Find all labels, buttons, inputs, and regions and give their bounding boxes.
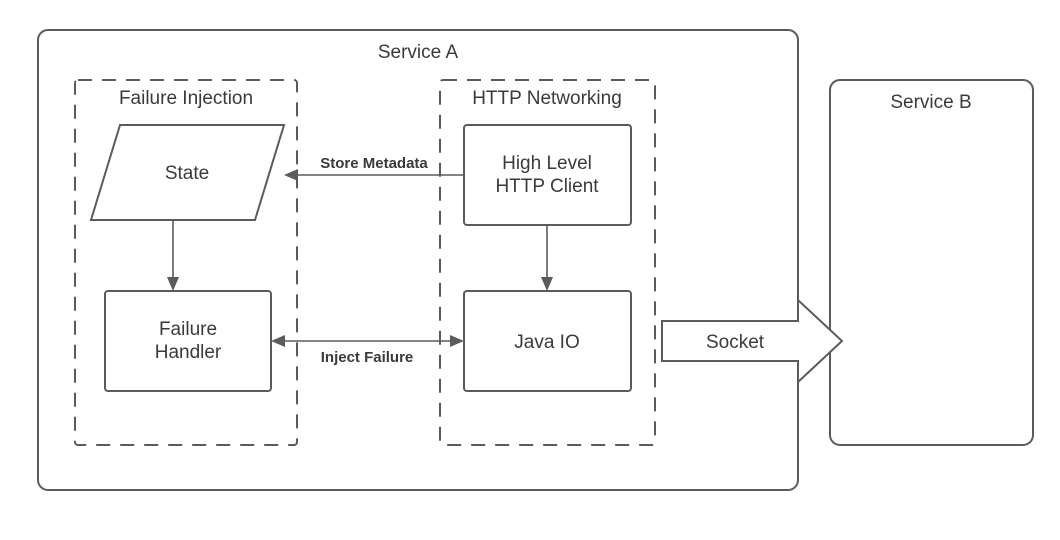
service-a-title: Service A — [378, 42, 459, 63]
service-b-title: Service B — [890, 92, 971, 113]
http-networking-title: HTTP Networking — [472, 88, 622, 109]
service-b-container — [830, 80, 1033, 445]
http-client-label2: HTTP Client — [495, 176, 599, 197]
failure-handler-label1: Failure — [159, 319, 217, 340]
failure-injection-title: Failure Injection — [119, 88, 253, 109]
http-client-label1: High Level — [502, 153, 592, 174]
http-client-node — [464, 125, 631, 225]
state-label: State — [165, 163, 209, 184]
architecture-diagram: Service A Service B Failure Injection HT… — [0, 0, 1060, 540]
failure-handler-label2: Handler — [155, 342, 222, 363]
java-io-label: Java IO — [514, 332, 579, 353]
inject-failure-label: Inject Failure — [321, 349, 414, 366]
socket-label: Socket — [706, 332, 765, 353]
failure-handler-node — [105, 291, 271, 391]
store-metadata-label: Store Metadata — [320, 155, 428, 172]
